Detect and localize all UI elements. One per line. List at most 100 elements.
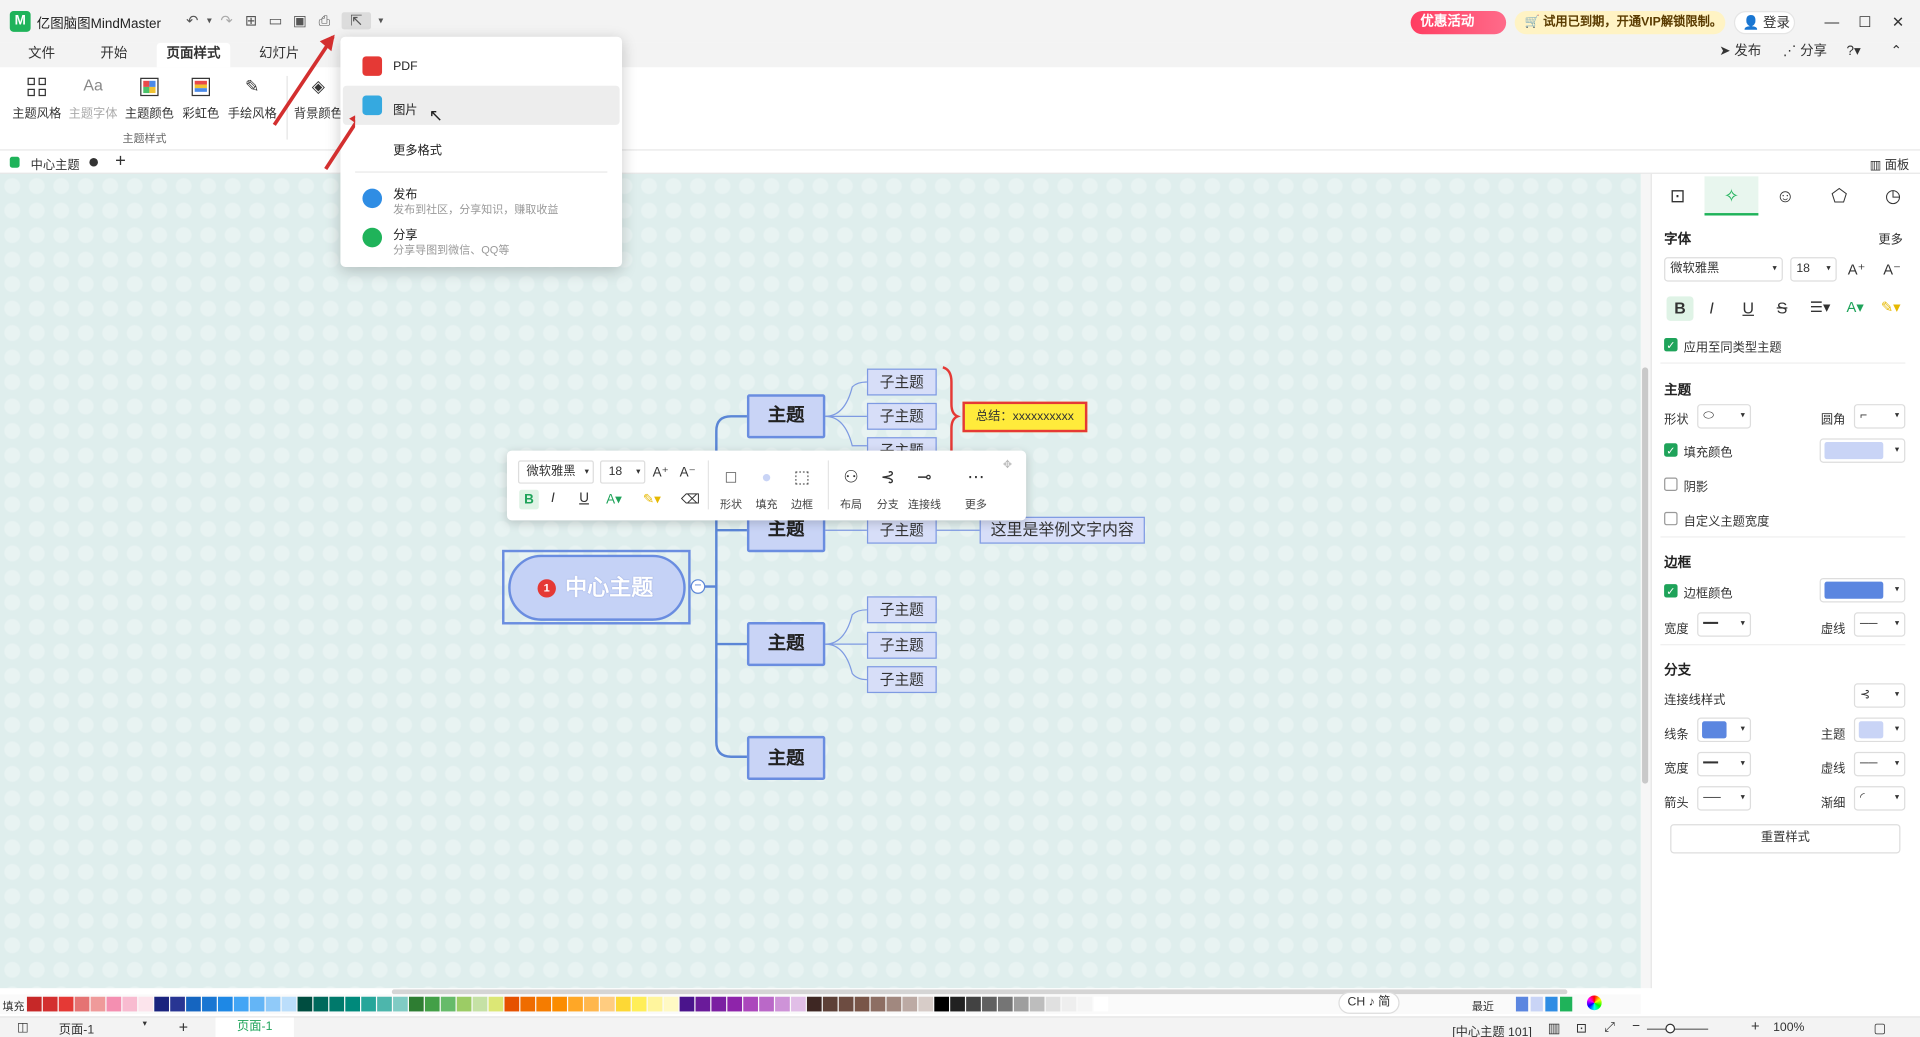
palette-swatch[interactable] xyxy=(377,996,392,1012)
print-icon[interactable]: ⎙ xyxy=(316,12,333,29)
palette-swatch[interactable] xyxy=(186,996,201,1012)
theme-font-button[interactable]: Aa 主题字体 xyxy=(66,73,120,121)
increase-font-icon[interactable]: A⁺ xyxy=(1848,261,1866,278)
mindmap-canvas[interactable] xyxy=(0,173,1641,989)
subtopic-node[interactable]: 子主题 xyxy=(866,368,937,396)
palette-swatch[interactable] xyxy=(424,996,440,1012)
new-file-icon[interactable]: ⊞ xyxy=(242,12,259,29)
palette-swatch[interactable] xyxy=(297,996,313,1012)
branch-width-select[interactable]: ━━ ▾ xyxy=(1697,751,1752,777)
palette-swatch[interactable] xyxy=(806,996,822,1012)
subtopic-node[interactable]: 子主题 xyxy=(866,666,937,694)
subtopic-node[interactable]: 子主题 xyxy=(866,402,937,430)
undo-icon[interactable]: ↶ xyxy=(184,12,201,29)
collapse-ribbon-icon[interactable]: ⌃ xyxy=(1891,43,1902,60)
palette-swatch[interactable] xyxy=(950,996,965,1012)
palette-swatch[interactable] xyxy=(759,996,774,1012)
palette-swatch[interactable] xyxy=(58,996,74,1012)
palette-swatch[interactable] xyxy=(997,996,1013,1012)
fill-color-select[interactable]: ▾ xyxy=(1819,438,1906,463)
palette-swatch[interactable] xyxy=(615,996,631,1012)
increase-font-icon[interactable]: A⁺ xyxy=(653,464,669,480)
palette-swatch[interactable] xyxy=(154,996,169,1012)
palette-swatch[interactable] xyxy=(26,996,42,1012)
font-color-icon[interactable]: A▾ xyxy=(606,491,622,507)
palette-swatch[interactable] xyxy=(1093,996,1109,1012)
shape-select[interactable]: ⬭ ▾ xyxy=(1697,404,1752,429)
customize-quick-access-icon[interactable]: ▾ xyxy=(372,12,389,29)
panel-toggle[interactable]: ▥ 面板 xyxy=(1870,154,1909,172)
topic-node-1[interactable]: 主题 xyxy=(746,394,826,439)
palette-swatch[interactable] xyxy=(870,996,886,1012)
document-tab[interactable]: 中心主题 xyxy=(31,154,80,172)
palette-swatch[interactable] xyxy=(504,996,520,1012)
recent-color-swatch[interactable] xyxy=(1545,996,1558,1012)
palette-swatch[interactable] xyxy=(584,996,599,1012)
decrease-font-icon[interactable]: A⁻ xyxy=(680,464,696,480)
palette-swatch[interactable] xyxy=(281,996,297,1012)
help-icon[interactable]: ?▾ xyxy=(1847,43,1861,60)
page-select[interactable]: 页面-1 ▾ xyxy=(51,1019,149,1037)
topic-node-4[interactable]: 主题 xyxy=(746,735,826,781)
share-button[interactable]: ⋰ 分享 xyxy=(1783,43,1827,60)
palette-swatch[interactable] xyxy=(663,996,679,1012)
fullscreen-icon[interactable]: ⤢ xyxy=(1604,1020,1615,1036)
fill-color-checkbox[interactable]: ✓ xyxy=(1664,443,1678,457)
palette-swatch[interactable] xyxy=(106,996,122,1012)
palette-swatch[interactable] xyxy=(902,996,918,1012)
theme-style-button[interactable]: 主题风格 xyxy=(10,73,64,121)
palette-swatch[interactable] xyxy=(854,996,870,1012)
hand-drawn-style-button[interactable]: ✎ 手绘风格 xyxy=(225,73,279,121)
palette-swatch[interactable] xyxy=(42,996,58,1012)
palette-swatch[interactable] xyxy=(631,996,647,1012)
palette-swatch[interactable] xyxy=(647,996,663,1012)
palette-swatch[interactable] xyxy=(329,996,345,1012)
zoom-in-icon[interactable]: + xyxy=(1751,1018,1760,1035)
palette-swatch[interactable] xyxy=(552,996,567,1012)
page-settings-icon[interactable]: ⊡ xyxy=(1664,184,1691,211)
connector-style-select[interactable]: ⊰ ▾ xyxy=(1853,683,1906,708)
rainbow-color-button[interactable]: 彩虹色 xyxy=(174,73,228,121)
palette-swatch[interactable] xyxy=(472,996,488,1012)
fill-icon[interactable]: ● xyxy=(748,467,785,487)
bold-icon[interactable]: B xyxy=(519,489,539,510)
clear-format-icon[interactable]: ⌫ xyxy=(681,491,700,507)
login-button[interactable]: 👤 登录 xyxy=(1733,11,1796,35)
central-topic[interactable]: 1 中心主题 xyxy=(508,554,686,621)
shadow-checkbox[interactable] xyxy=(1664,477,1678,492)
palette-swatch[interactable] xyxy=(1061,996,1077,1012)
history-icon[interactable]: ◷ xyxy=(1880,184,1907,211)
dropdown-publish-item[interactable]: 发布 发布到社区，分享知识，赚取收益 xyxy=(340,181,622,220)
panel-underline-icon[interactable]: U xyxy=(1742,299,1753,317)
custom-width-checkbox[interactable] xyxy=(1664,511,1678,526)
menu-page-style[interactable]: 页面样式 xyxy=(156,42,231,68)
palette-swatch[interactable] xyxy=(1013,996,1029,1012)
zoom-level[interactable]: 100% xyxy=(1773,1021,1804,1034)
palette-swatch[interactable] xyxy=(934,996,949,1012)
connector-icon[interactable]: ⊸ xyxy=(906,467,943,488)
dropdown-share-item[interactable]: 分享 分享导图到微信、QQ等 xyxy=(340,223,622,262)
palette-swatch[interactable] xyxy=(520,996,536,1012)
palette-swatch[interactable] xyxy=(695,996,711,1012)
taper-select[interactable]: ◜ ▾ xyxy=(1853,786,1906,811)
maximize-icon[interactable]: ☐ xyxy=(1855,12,1875,32)
publish-button[interactable]: ➤ 发布 xyxy=(1719,43,1761,60)
palette-swatch[interactable] xyxy=(202,996,217,1012)
branch-icon[interactable]: ⊰ xyxy=(869,467,906,488)
palette-swatches[interactable] xyxy=(26,996,1109,1012)
arrow-select[interactable]: ── ▾ xyxy=(1697,786,1752,811)
export-more-formats-item[interactable]: 更多格式 xyxy=(340,127,622,166)
recent-color-swatch[interactable] xyxy=(1560,996,1573,1012)
subtopic-node[interactable]: 子主题 xyxy=(866,631,937,659)
recent-color-swatch[interactable] xyxy=(1530,996,1543,1012)
panel-italic-icon[interactable]: I xyxy=(1709,299,1713,317)
palette-swatch[interactable] xyxy=(918,996,934,1012)
style-icon[interactable]: ✧ xyxy=(1718,184,1745,211)
menu-start[interactable]: 开始 xyxy=(89,43,138,67)
palette-swatch[interactable] xyxy=(488,996,504,1012)
minimize-icon[interactable]: — xyxy=(1822,12,1842,32)
subtopic-node[interactable]: 子主题 xyxy=(866,596,937,624)
float-font-select[interactable]: 微软雅黑 ▾ xyxy=(517,460,594,484)
topic-node-3[interactable]: 主题 xyxy=(746,622,826,667)
add-tab-button[interactable]: + xyxy=(115,151,126,172)
